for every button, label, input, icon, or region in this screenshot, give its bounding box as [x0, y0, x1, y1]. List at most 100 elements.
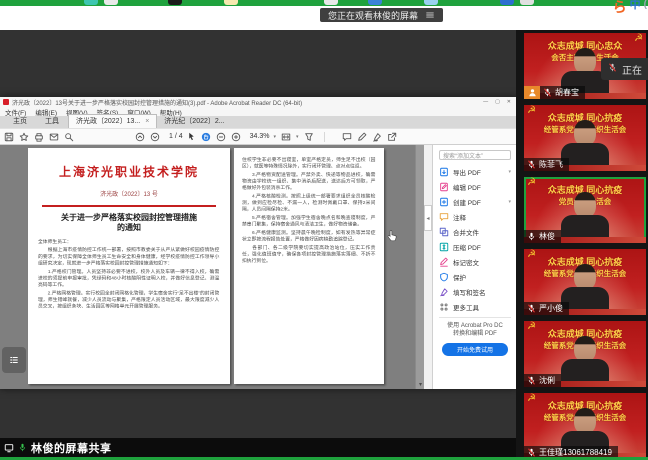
window-titlebar[interactable]: 济光政〔2022〕13号关于进一步严格落实校园封控管理措施的通知(3).pdf … — [0, 97, 517, 107]
page-thumbnails-button[interactable] — [2, 347, 26, 373]
pencil-icon[interactable] — [357, 132, 367, 142]
zoom-caret-icon[interactable]: ▾ — [273, 134, 276, 140]
tools-search-input[interactable]: 搜索“添加文本” — [439, 150, 511, 160]
brand-icons: ら中( — [613, 0, 647, 14]
tab-close-icon[interactable]: × — [145, 118, 149, 125]
tool-item-combine[interactable]: 合并文件 — [439, 224, 511, 239]
taskbar-app-icon[interactable] — [324, 0, 338, 5]
doc-tab-0[interactable]: 济光政〔2022〕13...× — [68, 114, 157, 128]
fill-sign-icon — [439, 287, 449, 297]
watching-banner: 您正在观看林俊的屏幕 — [320, 8, 443, 22]
funnel-icon[interactable] — [304, 132, 314, 142]
comment-icon — [439, 212, 449, 222]
participant-name: 林俊 — [539, 231, 555, 242]
free-trial-button[interactable]: 开始免费试用 — [442, 343, 508, 356]
tool-item-label: 填写和签名 — [453, 287, 486, 297]
taskbar-app-icon[interactable] — [168, 0, 182, 5]
taskbar-app-icon[interactable] — [224, 0, 238, 5]
brand-partial-icon: 中 — [630, 0, 641, 11]
participant-tile-4[interactable]: ☭众志成城 同心抗疫经管系党支部组织生活会沈俐 — [524, 321, 646, 387]
participant-name-bar: 严小俊 — [524, 302, 569, 315]
star-icon[interactable] — [19, 132, 29, 142]
redact-icon — [439, 257, 449, 267]
participant-name-bar: 沈俐 — [524, 374, 561, 387]
page1-body-text: 全体师生员工： 根据上海市疫情防控工作统一部署，按照市教委关于从严从紧做好校园疫… — [38, 238, 219, 309]
mic-muted-icon — [527, 448, 536, 457]
notice-heading-line1: 关于进一步严格落实校园封控管理措施 — [28, 213, 230, 223]
notice-heading-line2: 的通知 — [28, 223, 230, 233]
maximize-button[interactable]: ▢ — [495, 99, 500, 105]
party-emblem-icon: ☭ — [527, 394, 536, 404]
tool-item-label: 注释 — [453, 212, 466, 222]
minimize-button[interactable]: — — [483, 99, 488, 105]
participant-tile-2[interactable]: ☭众志成城 同心抗疫党员组织生活会林俊 — [524, 177, 646, 243]
save-icon[interactable] — [4, 132, 14, 142]
close-button[interactable]: ✕ — [507, 99, 511, 105]
taskbar-app-icon[interactable] — [84, 0, 98, 5]
mic-muted-icon — [527, 304, 536, 313]
tool-item-export-pdf[interactable]: 导出 PDF ▾ — [439, 164, 511, 179]
participant-name: 严小俊 — [539, 303, 563, 314]
doc-tab-1[interactable]: 济光纪〔2022〕2... — [157, 115, 231, 128]
share-icon[interactable] — [387, 132, 397, 142]
tool-item-edit-pdf[interactable]: 编辑 PDF — [439, 179, 511, 194]
taskbar-app-icon[interactable] — [520, 0, 534, 5]
taskbar-app-icon[interactable] — [500, 0, 514, 5]
tool-item-fill-sign[interactable]: 填写和签名 — [439, 284, 511, 299]
tool-item-label: 更多工具 — [453, 302, 479, 312]
tab-home[interactable]: 主页 — [4, 115, 36, 128]
hand-tool-icon[interactable] — [201, 132, 211, 142]
vertical-scrollbar[interactable]: ▾ — [415, 145, 424, 389]
taskbar-app-icon[interactable] — [104, 0, 118, 5]
protect-icon — [439, 272, 449, 282]
sign-icon[interactable] — [372, 132, 382, 142]
participant-name-bar: 胡春宝 — [540, 86, 585, 99]
taskbar-app-icon[interactable] — [424, 0, 438, 5]
doc-tab-label: 济光纪〔2022〕2... — [164, 116, 224, 126]
tool-item-protect[interactable]: 保护 — [439, 269, 511, 284]
panel-collapse-handle[interactable]: ◂ — [424, 205, 432, 231]
zoom-in-icon[interactable] — [231, 132, 241, 142]
party-emblem-icon: ☭ — [527, 250, 536, 260]
fit-width-icon[interactable] — [281, 132, 291, 142]
tab-tools[interactable]: 工具 — [36, 115, 68, 128]
zoom-out-icon[interactable] — [216, 132, 226, 142]
scroll-down-icon[interactable]: ▾ — [416, 381, 424, 388]
tool-item-label: 标记密文 — [453, 257, 479, 267]
watching-banner-text: 您正在观看林俊的屏幕 — [328, 9, 418, 22]
document-area[interactable]: 上海济光职业技术学院 济光政〔2022〕13 号 关于进一步严格落实校园封控管理… — [0, 145, 424, 389]
next-page-icon[interactable] — [150, 132, 160, 142]
mic-muted-icon — [527, 376, 536, 385]
letterhead-title: 上海济光职业技术学院 — [28, 163, 230, 180]
banner-menu-icon[interactable] — [425, 10, 435, 20]
mic-muted-icon — [608, 63, 617, 75]
tool-item-label: 导出 PDF — [453, 167, 481, 177]
export-pdf-icon — [439, 167, 449, 177]
prev-page-icon[interactable] — [135, 132, 145, 142]
chevron-down-icon[interactable]: ▾ — [508, 169, 511, 175]
email-icon[interactable] — [49, 132, 59, 142]
tool-item-compress[interactable]: 压缩 PDF — [439, 239, 511, 254]
tab-bar: 主页 工具 济光政〔2022〕13...× 济光纪〔2022〕2... — [0, 116, 517, 128]
taskbar-app-icon[interactable] — [368, 0, 382, 5]
tool-item-create-pdf[interactable]: 创建 PDF▾ — [439, 194, 511, 209]
fit-caret-icon[interactable]: ▾ — [296, 134, 299, 140]
page-indicator[interactable]: 1 / 4 — [169, 133, 183, 140]
zoom-level[interactable]: 34.3% — [250, 133, 270, 140]
tool-item-comment[interactable]: 注释 — [439, 209, 511, 224]
participant-tile-1[interactable]: ☭众志成城 同心抗疫经管系党支部组织生活会陈菲飞 — [524, 105, 646, 171]
participant-tile-3[interactable]: ☭众志成城 同心抗疫经管系党支部组织生活会严小俊 — [524, 249, 646, 315]
comment-icon[interactable] — [342, 132, 352, 142]
select-cursor-icon[interactable] — [187, 132, 196, 141]
search-icon[interactable] — [64, 132, 74, 142]
print-icon[interactable] — [34, 132, 44, 142]
participant-name-bar: 王佳瑾13061788419 — [524, 446, 618, 457]
tool-item-label: 压缩 PDF — [453, 242, 481, 252]
participant-tile-5[interactable]: ☭众志成城 同心抗疫经管系党支部组织生活会王佳瑾13061788419 — [524, 393, 646, 457]
brand-partial-icon: ( — [644, 0, 647, 10]
chevron-down-icon[interactable]: ▾ — [508, 199, 511, 205]
participant-name-bar: 陈菲飞 — [524, 158, 569, 171]
party-emblem-icon: ☭ — [634, 34, 643, 44]
tool-item-redact[interactable]: 标记密文 — [439, 254, 511, 269]
tool-item-more-tools[interactable]: 更多工具 — [439, 299, 511, 314]
